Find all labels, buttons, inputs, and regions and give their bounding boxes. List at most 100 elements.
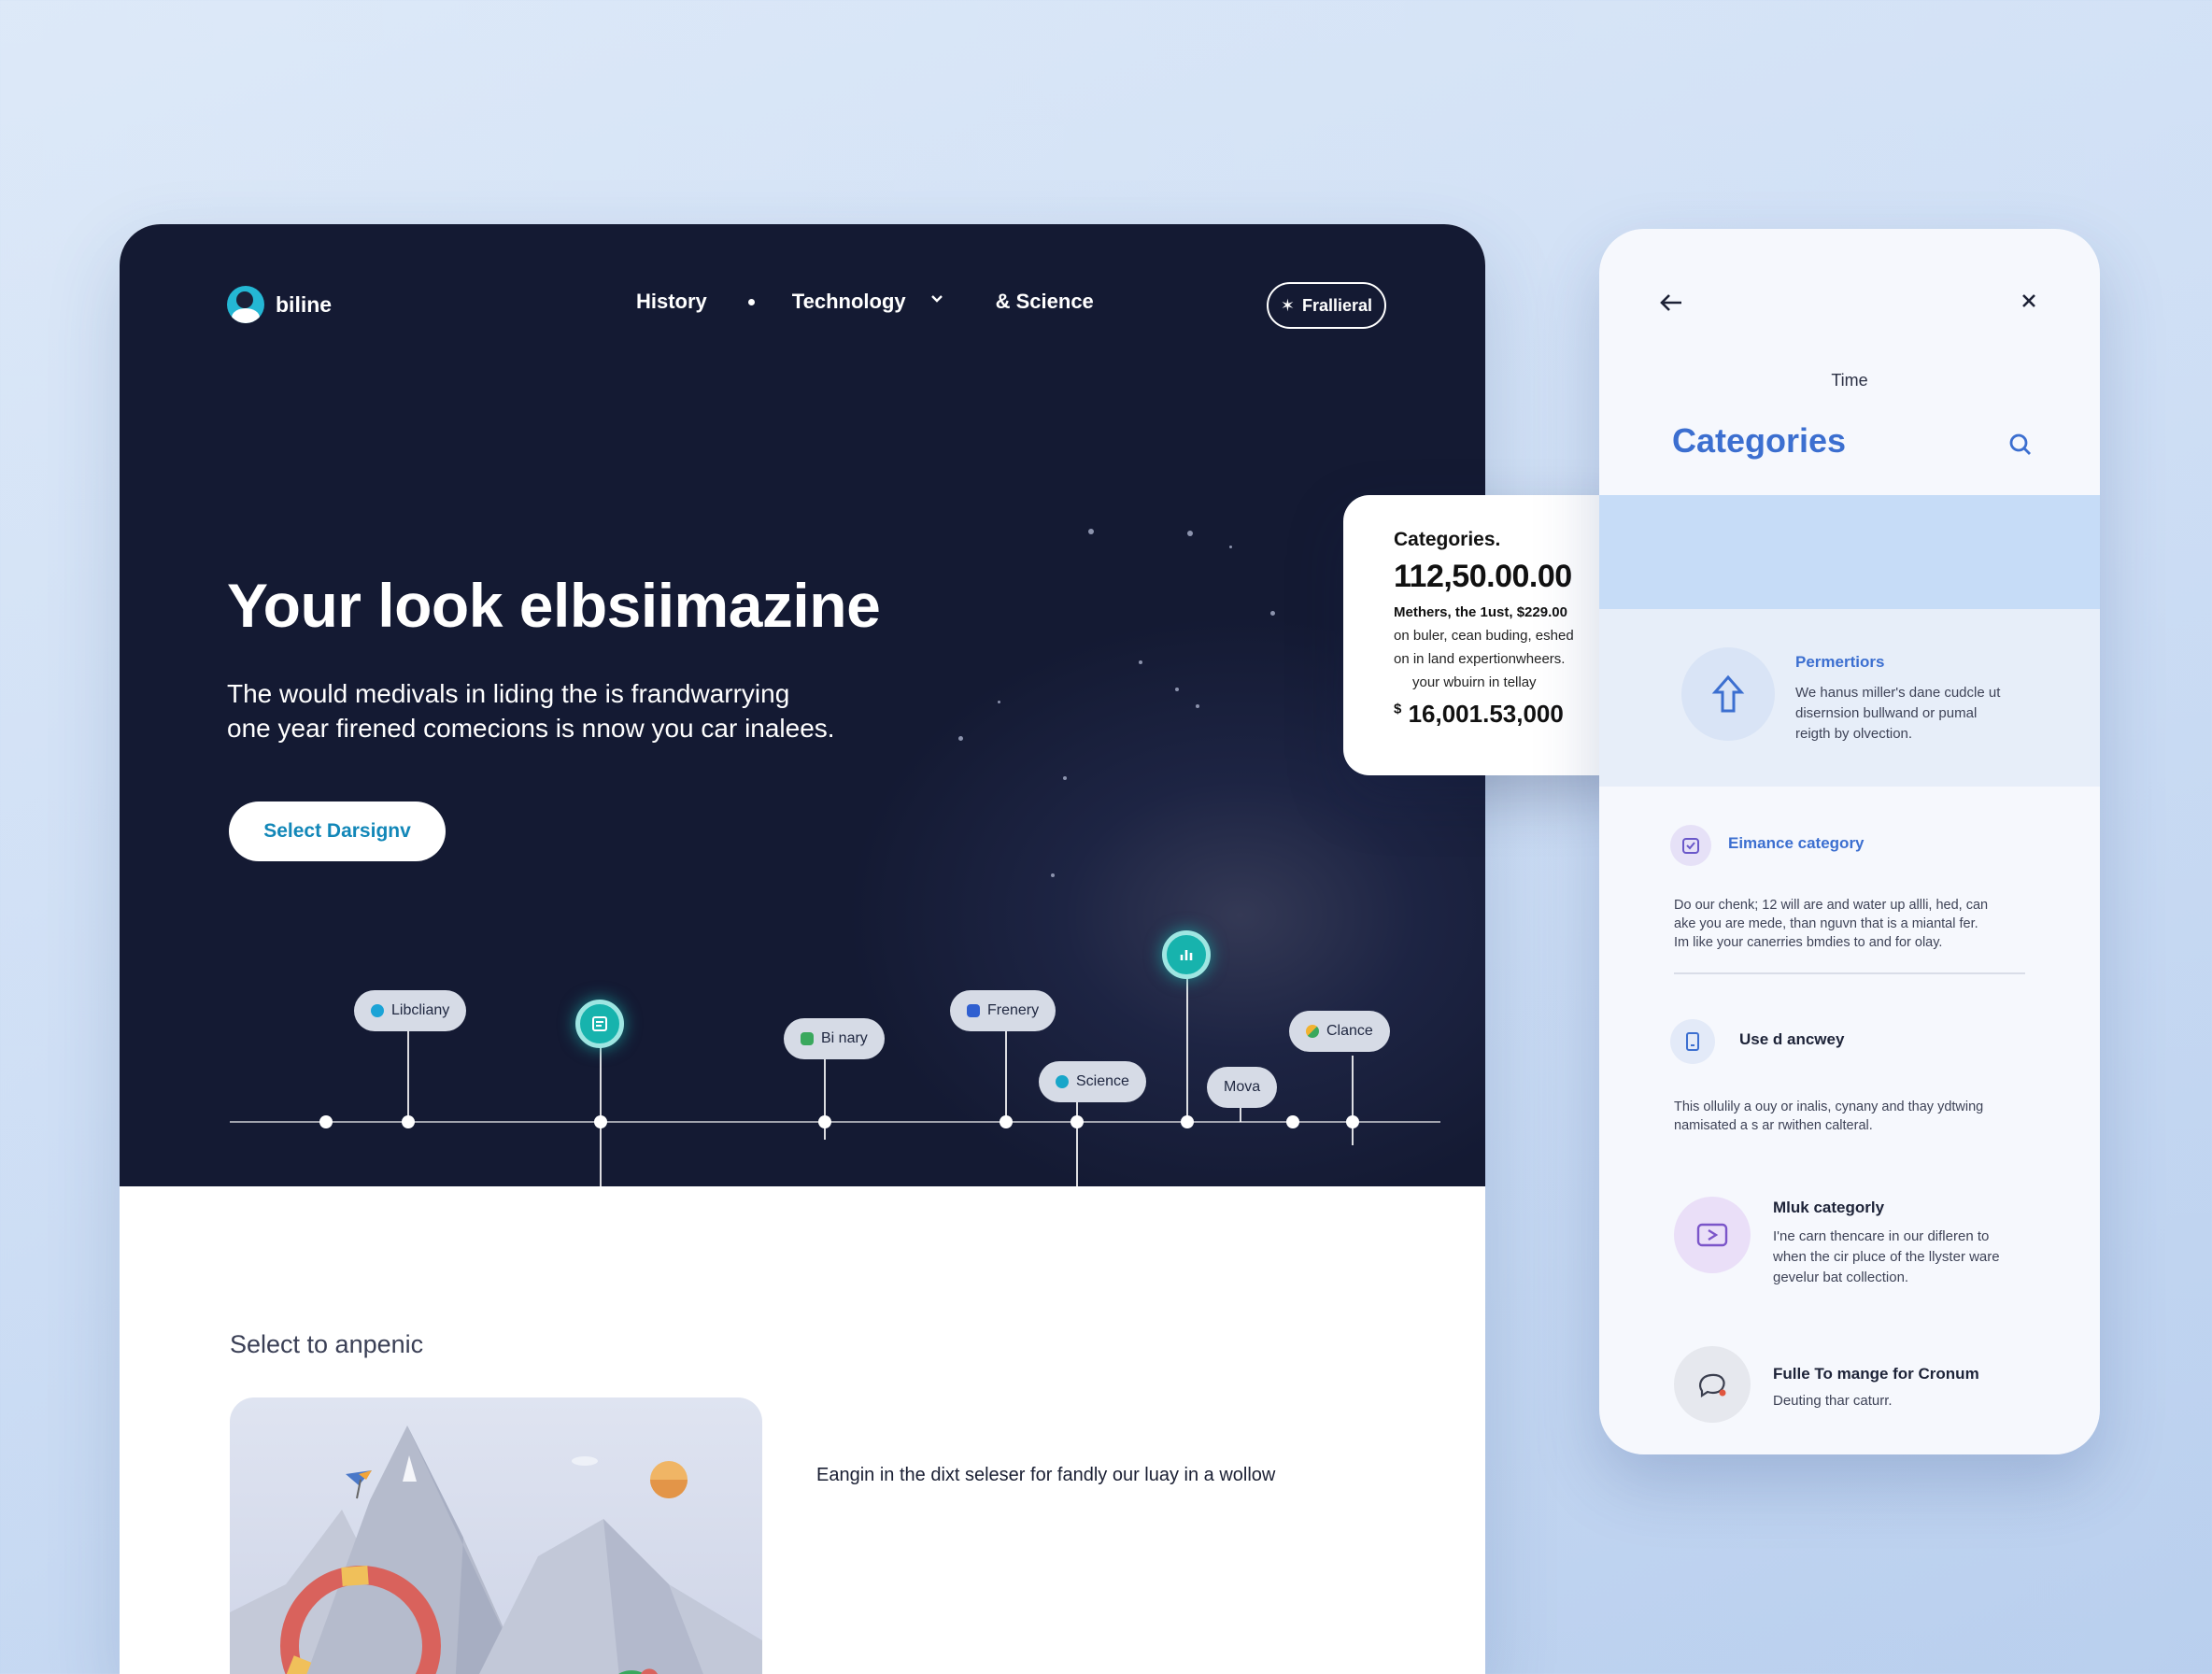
category-text-line: This ollulily a ouy or inalis, cynany an… — [1674, 1099, 1984, 1114]
star-decoration — [998, 701, 1000, 703]
category-title[interactable]: Eimance category — [1728, 834, 1865, 853]
category-text-line: disernsion bullwand or pumal — [1795, 705, 1978, 721]
category-title[interactable]: Fulle To mange for Cronum — [1773, 1365, 1979, 1383]
category-text-line: We hanus miller's dane cudcle ut — [1795, 685, 2001, 701]
category-title[interactable]: Use d ancwey — [1739, 1030, 1844, 1049]
timeline-pill-label: Libcliany — [391, 1002, 450, 1018]
timeline-node[interactable] — [1346, 1115, 1359, 1128]
nav-link-history[interactable]: History — [636, 290, 707, 314]
mountain-illustration — [230, 1426, 762, 1674]
category-text-line: Im like your canerries bmdies to and for… — [1674, 935, 1943, 950]
timeline-pill-label: Science — [1076, 1073, 1129, 1089]
timeline-stem — [1240, 1108, 1241, 1122]
hero-section: biline History Technology & Science ✶ Fr… — [120, 224, 1485, 1186]
category-title: Permertiors — [1795, 653, 1885, 671]
section-caption: Eangin in the dixt seleser for fandly ou… — [816, 1465, 1276, 1485]
timeline-node[interactable] — [1181, 1115, 1194, 1128]
star-decoration — [958, 736, 963, 741]
chevron-down-icon[interactable] — [930, 291, 943, 308]
nav-link-science[interactable]: & Science — [996, 290, 1094, 314]
timeline-pill-science[interactable]: Science — [1039, 1061, 1146, 1102]
nav-link-technology[interactable]: Technology — [792, 290, 906, 314]
globe-icon — [1056, 1075, 1069, 1088]
star-decoration — [1187, 531, 1193, 536]
chat-icon — [1674, 1346, 1751, 1423]
arrow-up-icon — [1681, 647, 1775, 741]
category-description: Do our chenk; 12 will are and water up a… — [1674, 896, 1988, 952]
info-dot-icon — [371, 1004, 384, 1017]
brand[interactable]: biline — [227, 286, 332, 323]
star-decoration — [1139, 660, 1142, 664]
category-text-line: Do our chenk; 12 will are and water up a… — [1674, 898, 1989, 913]
document-icon — [801, 1032, 814, 1045]
square-icon — [967, 1004, 980, 1017]
avatar-logo-icon — [227, 286, 264, 323]
star-decoration — [1270, 611, 1275, 616]
category-text-line: I'ne carn thencare in our difleren to — [1773, 1228, 1990, 1244]
timeline-badge-list-icon[interactable] — [575, 1000, 624, 1048]
timeline-stem — [1186, 964, 1188, 1122]
panel-time: Time — [1831, 371, 1868, 390]
hero-title: Your look elbsiimazine — [227, 571, 881, 640]
timeline-pill-libcliany[interactable]: Libcliany — [354, 990, 467, 1031]
timeline-node[interactable] — [818, 1115, 831, 1128]
nav-separator-dot — [747, 298, 755, 305]
timeline-pill-label: Clance — [1326, 1023, 1373, 1039]
star-decoration — [1063, 776, 1067, 780]
category-text-line: namisated a s ar rwithen calteral. — [1674, 1118, 1873, 1133]
hero-subtitle-line: The would medivals in liding the is fran… — [227, 679, 790, 708]
nav-links: History Technology & Science — [636, 290, 1094, 314]
back-arrow-icon[interactable] — [1659, 289, 1683, 320]
search-icon[interactable] — [2008, 433, 2033, 461]
category-description: We hanus miller's dane cudcle ut diserns… — [1795, 683, 2000, 745]
nav-cta-button[interactable]: ✶ Frallieral — [1267, 282, 1386, 329]
phone-icon — [1670, 1019, 1715, 1064]
timeline-node[interactable] — [402, 1115, 415, 1128]
video-icon — [1674, 1197, 1751, 1273]
section-heading: Select to anpenic — [230, 1330, 424, 1358]
category-title[interactable]: Mluk categorly — [1773, 1199, 1884, 1217]
timeline-pill-frenery[interactable]: Frenery — [950, 990, 1056, 1031]
timeline-stem — [1352, 1056, 1354, 1145]
category-text-line: reigth by olvection. — [1795, 726, 1913, 742]
timeline-stem — [1005, 1029, 1007, 1122]
badge-check-icon — [1670, 825, 1711, 866]
star-decoration — [1196, 704, 1199, 708]
star-decoration — [1051, 873, 1055, 877]
close-icon[interactable] — [2020, 287, 2038, 317]
panel-title: Categories — [1672, 421, 1847, 460]
stats-card: Categories. 112,50.00.00 Methers, the 1u… — [1343, 495, 1642, 775]
timeline-stem — [407, 1031, 409, 1122]
star-decoration — [1088, 529, 1094, 534]
category-text-line: Deuting thar caturr. — [1773, 1393, 1893, 1409]
highlight-band — [1599, 495, 2100, 609]
timeline-pill-label: Mova — [1224, 1079, 1261, 1095]
timeline-node[interactable] — [594, 1115, 607, 1128]
timeline-stem — [1076, 1097, 1078, 1186]
timeline-node[interactable] — [1071, 1115, 1084, 1128]
timeline-pill-binary[interactable]: Bi nary — [784, 1018, 885, 1059]
timeline-node[interactable] — [319, 1115, 333, 1128]
timeline-badge-chart-icon[interactable] — [1162, 930, 1211, 979]
timeline-pill-label: Frenery — [987, 1002, 1040, 1018]
category-text-line: gevelur bat collection. — [1773, 1270, 1909, 1285]
main-window: biline History Technology & Science ✶ Fr… — [120, 224, 1485, 1674]
currency-symbol: $ — [1394, 701, 1402, 717]
timeline-node[interactable] — [1000, 1115, 1013, 1128]
hero-subtitle-line: one year firened comecions is nnow you c… — [227, 714, 835, 743]
hero-subtitle: The would medivals in liding the is fran… — [227, 676, 900, 745]
nav-cta-label: Frallieral — [1302, 295, 1373, 315]
categories-panel: Time Categories Permertiors We hanus mil… — [1599, 229, 2100, 1454]
timeline-node[interactable] — [1286, 1115, 1299, 1128]
timeline-pill-mova[interactable]: Mova — [1207, 1067, 1278, 1108]
timeline-pill-clance[interactable]: Clance — [1289, 1011, 1390, 1052]
category-description: I'ne carn thencare in our difleren to wh… — [1773, 1227, 2000, 1288]
stats-amount-secondary-value: 16,001.53,000 — [1408, 700, 1564, 728]
star-decoration — [1229, 546, 1232, 548]
illustration-image[interactable] — [230, 1397, 762, 1674]
sparkle-icon: ✶ — [1280, 295, 1296, 315]
top-nav: biline History Technology & Science ✶ Fr… — [120, 224, 1485, 383]
select-design-button[interactable]: Select Darsignv — [229, 802, 446, 861]
divider — [1674, 972, 2025, 974]
star-decoration — [1175, 688, 1179, 691]
